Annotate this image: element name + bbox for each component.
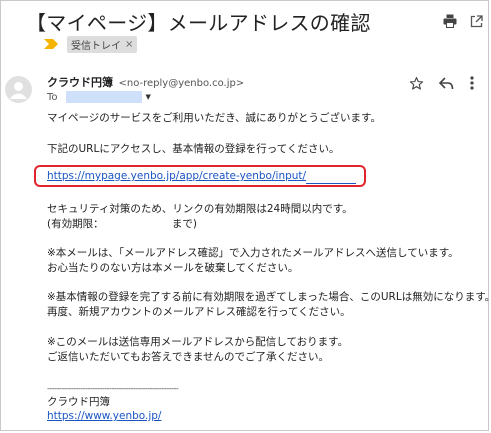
reply-icon[interactable]: [437, 74, 455, 92]
body-line: 再度、新規アカウントのメールアドレス確認を行ってください。: [47, 306, 351, 318]
open-in-new-window-icon[interactable]: [467, 12, 485, 30]
sender-address: <no-reply@yenbo.co.jp>: [118, 78, 245, 89]
remove-label-icon[interactable]: ×: [125, 39, 133, 50]
star-icon[interactable]: [407, 74, 425, 92]
to-label: To: [47, 91, 58, 103]
signature-name: クラウド円簿: [47, 396, 110, 408]
print-icon[interactable]: [441, 12, 459, 30]
importance-marker-icon[interactable]: [44, 39, 58, 49]
body-line: セキュリティ対策のため、リンクの有効期限は24時間以内です。: [47, 203, 353, 215]
body-line: ※このメールは送信専用メールアドレスから配信しております。: [47, 336, 349, 348]
inbox-label-text: 受信トレイ: [71, 40, 121, 52]
body-line: 下記のURLにアクセスし、基本情報の登録を行ってください。: [47, 143, 340, 155]
registration-link[interactable]: https://mypage.yenbo.jp/app/create-yenbo…: [47, 168, 357, 184]
body-line: ※本メールは、「メールアドレス確認」で入力されたメールアドレスへ送信しています。: [47, 247, 459, 259]
sender-name: クラウド円簿: [47, 76, 113, 89]
link-underline: [306, 172, 357, 184]
body-line: マイページのサービスをご利用いただき、誠にありがとうございます。: [47, 112, 382, 124]
more-vertical-icon[interactable]: [463, 74, 481, 92]
chevron-down-icon[interactable]: ▼: [146, 93, 151, 101]
registration-link-text: https://mypage.yenbo.jp/app/create-yenbo…: [47, 170, 307, 182]
signature-link[interactable]: https://www.yenbo.jp/: [47, 410, 161, 422]
default-avatar-icon: [5, 76, 32, 103]
recipient-redacted: [65, 91, 142, 103]
inbox-label-chip[interactable]: 受信トレイ ×: [67, 35, 138, 53]
body-line: (有効期限： まで): [47, 218, 197, 230]
label-row: 受信トレイ ×: [44, 35, 138, 53]
sender-line: クラウド円簿 <no-reply@yenbo.co.jp>: [47, 74, 244, 90]
recipient-line: To ▼: [47, 91, 151, 103]
email-subject: 【マイページ】メールアドレスの確認: [26, 11, 371, 35]
body-line: お心当たりのない方は本メールを破棄してください。: [47, 262, 299, 274]
body-line: ご返信いただいてもお答えできませんのでご了承ください。: [47, 351, 330, 363]
signature-separator: ----------------------------------------…: [47, 384, 179, 393]
body-line: ※基本情報の登録を完了する前に有効期限を過ぎてしまった場合、このURLは無効にな…: [47, 291, 491, 303]
